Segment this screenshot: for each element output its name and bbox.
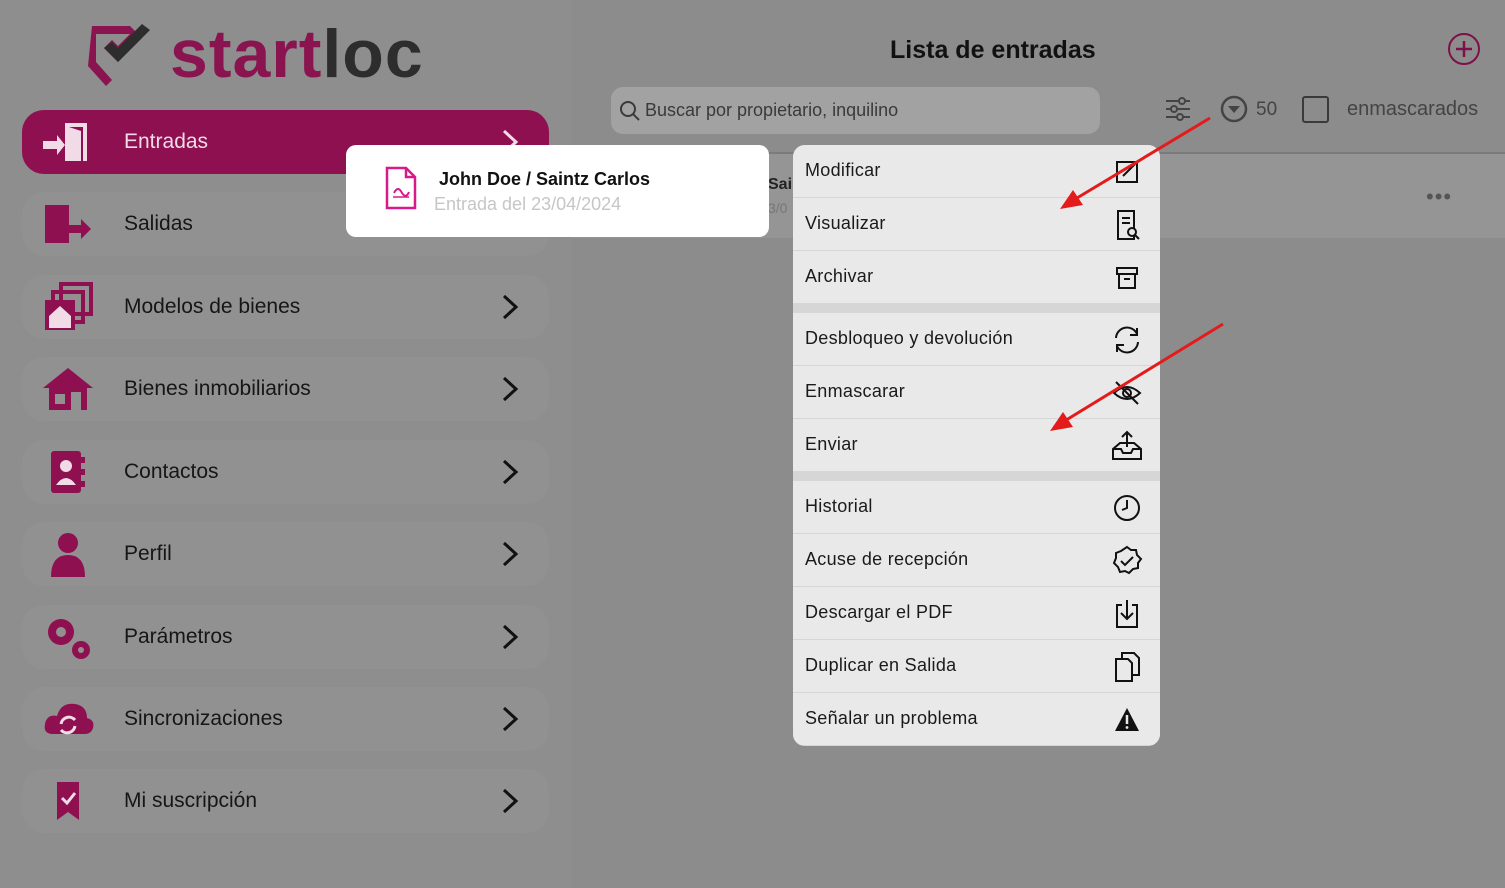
list-item-subtitle: 3/0 [768,200,788,216]
menu-item-desbloqueo[interactable]: Desbloqueo y devolución [793,313,1160,365]
sidebar-item-label: Sincronizaciones [124,707,283,730]
copy-icon [1115,652,1140,682]
brand-name-start: start [170,16,323,92]
add-button[interactable] [1448,33,1480,65]
sidebar-item-label: Perfil [124,542,172,565]
menu-item-descargar-pdf[interactable]: Descargar el PDF [793,587,1160,639]
edit-icon [1116,161,1138,183]
sidebar-item-label: Modelos de bienes [124,295,301,318]
archive-icon [1116,267,1138,289]
page-size-count[interactable]: 50 [1256,99,1277,121]
menu-item-modificar[interactable]: Modificar [793,145,1160,197]
bookmark-check-icon [40,775,96,827]
menu-item-label: Visualizar [805,213,886,233]
cloud-sync-icon [40,693,96,745]
sidebar-item-perfil[interactable]: Perfil [22,522,549,586]
menu-item-enviar[interactable]: Enviar [793,419,1160,471]
more-options-icon[interactable]: ••• [1426,184,1452,210]
sidebar-item-label: Parámetros [124,625,233,648]
document-search-icon [1117,210,1140,240]
menu-item-label: Modificar [805,160,881,180]
search-icon [620,100,640,121]
gears-icon [40,611,96,663]
menu-item-label: Acuse de recepción [805,549,969,569]
chevron-right-icon [502,788,519,814]
list-item-title: Sai [768,176,793,193]
menu-item-archivar[interactable]: Archivar [793,251,1160,303]
document-icon [385,166,417,210]
chevron-right-icon [502,459,519,485]
sidebar-item-parametros[interactable]: Parámetros [22,605,549,669]
door-exit-icon [40,198,96,250]
chevron-right-icon [502,541,519,567]
app-logo: startloc [82,18,424,90]
send-tray-icon [1112,430,1142,460]
door-enter-icon [40,116,96,168]
menu-item-acuse[interactable]: Acuse de recepción [793,534,1160,586]
masked-checkbox[interactable] [1302,96,1329,123]
menu-item-label: Desbloqueo y devolución [805,328,1014,348]
action-menu: Modificar Visualizar Archivar Desbloqueo… [793,145,1160,746]
download-icon [1116,600,1138,628]
search-placeholder: Buscar por propietario, inquilino [645,100,899,120]
menu-item-label: Señalar un problema [805,708,978,728]
chevron-right-icon [502,376,519,402]
menu-item-label: Duplicar en Salida [805,655,957,675]
sidebar-item-mi-suscripcion[interactable]: Mi suscripción [22,769,549,833]
chevron-right-icon [502,294,519,320]
sidebar-item-label: Entradas [124,130,209,153]
menu-item-historial[interactable]: Historial [793,481,1160,533]
contact-book-icon [40,446,96,498]
startloc-logo-icon [88,24,150,86]
house-stack-icon [40,281,96,333]
warning-icon [1115,708,1139,731]
sidebar-item-label: Contactos [124,460,219,483]
sidebar-item-contactos[interactable]: Contactos [22,440,549,504]
person-icon [40,528,96,580]
search-input[interactable]: Buscar por propietario, inquilino [611,87,1100,134]
sidebar-item-label: Salidas [124,212,193,235]
badge-check-icon [1112,545,1143,575]
sidebar: startloc Entradas Salidas Modelos de bie… [0,0,572,888]
page-title: Lista de entradas [890,36,1096,64]
brand-name-loc: loc [322,16,424,92]
eye-off-icon [1112,381,1142,405]
plus-icon [1456,41,1472,57]
selected-entry-card: John Doe / Saintz Carlos Entrada del 23/… [346,145,769,237]
menu-item-visualizar[interactable]: Visualizar [793,198,1160,250]
sidebar-item-label: Bienes inmobiliarios [124,377,311,400]
chevron-right-icon [502,624,519,650]
menu-item-senalar-problema[interactable]: Señalar un problema [793,693,1160,745]
sidebar-item-label: Mi suscripción [124,789,258,812]
filter-sliders-icon[interactable] [1164,95,1192,123]
house-icon [40,363,96,415]
entry-title: John Doe / Saintz Carlos [439,169,651,189]
sidebar-item-modelos-de-bienes[interactable]: Modelos de bienes [22,275,549,339]
menu-item-label: Descargar el PDF [805,602,953,622]
menu-item-label: Enviar [805,434,858,454]
sidebar-item-bienes-inmobiliarios[interactable]: Bienes inmobiliarios [22,357,549,421]
menu-item-label: Enmascarar [805,381,906,401]
refresh-icon [1115,326,1139,354]
menu-item-duplicar[interactable]: Duplicar en Salida [793,640,1160,692]
sidebar-item-sincronizaciones[interactable]: Sincronizaciones [22,687,549,751]
entry-date: Entrada del 23/04/2024 [434,194,622,214]
sort-down-icon[interactable] [1220,95,1248,123]
chevron-right-icon [502,706,519,732]
masked-label: enmascarados [1347,98,1479,120]
menu-item-label: Archivar [805,266,874,286]
menu-item-label: Historial [805,496,873,516]
menu-item-enmascarar[interactable]: Enmascarar [793,366,1160,418]
clock-icon [1114,495,1140,521]
